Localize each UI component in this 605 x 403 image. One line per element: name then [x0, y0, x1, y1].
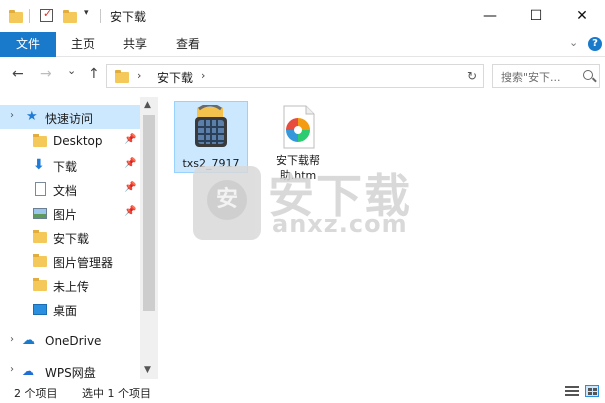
expand-chevron-icon[interactable]: › [10, 364, 14, 375]
search-box[interactable]: 搜索"安下... [492, 64, 600, 88]
tab-share[interactable]: 共享 [110, 32, 160, 57]
colorful-browser-icon [283, 105, 315, 149]
selected-count: 选中 1 个项目 [82, 387, 151, 400]
sidebar-item-desktop-cn[interactable]: 桌面 [0, 297, 140, 321]
tab-view[interactable]: 查看 [162, 32, 214, 57]
expand-chevron-icon[interactable]: › [10, 110, 14, 121]
sidebar-item-anxiazai[interactable]: 安下载 [0, 225, 140, 249]
pin-icon[interactable]: 📌 [124, 206, 136, 217]
address-path[interactable]: 安下载 [157, 69, 193, 86]
sidebar-item-label: 桌面 [53, 304, 78, 318]
minimize-button[interactable]: — [467, 0, 513, 32]
folder-icon [9, 10, 23, 23]
navigation-pane: › ★ 快速访问 Desktop 📌 ⬇ 下载 📌 文档 📌 图片 📌 安下载 … [0, 97, 158, 380]
sidebar-item-label: Desktop [53, 134, 103, 148]
status-bar: 2 个项目 选中 1 个项目 [0, 379, 605, 403]
expand-chevron-icon[interactable]: › [10, 334, 14, 345]
close-button[interactable]: ✕ [559, 0, 605, 32]
sidebar-item-not-uploaded[interactable]: 未上传 [0, 273, 140, 297]
scroll-down-icon[interactable]: ▼ [144, 365, 151, 375]
pictures-icon [33, 208, 47, 219]
address-bar[interactable]: › 安下载 › ↻ [106, 64, 484, 88]
recent-locations-chevron-icon[interactable]: ⌄ [67, 64, 76, 77]
divider [100, 9, 101, 23]
pin-icon[interactable]: 📌 [124, 182, 136, 193]
file-item-txs2[interactable]: txs2_7917 [174, 101, 248, 173]
sidebar-item-label: 文档 [53, 184, 78, 198]
sidebar-item-label: 下载 [53, 160, 78, 174]
help-icon[interactable]: ? [588, 37, 602, 51]
sidebar-item-downloads[interactable]: ⬇ 下载 📌 [0, 153, 140, 177]
navigation-bar: ← → ⌄ ↑ › 安下载 › ↻ 搜索"安下... [0, 58, 605, 94]
item-count: 2 个项目 [14, 387, 58, 400]
pin-icon[interactable]: 📌 [124, 158, 136, 169]
forward-arrow-icon[interactable]: → [40, 66, 52, 82]
back-arrow-icon[interactable]: ← [12, 66, 24, 82]
folder-icon [115, 70, 129, 83]
up-arrow-icon[interactable]: ↑ [88, 66, 100, 82]
large-icons-view-icon[interactable] [585, 385, 599, 397]
wps-cloud-icon: ☁ [22, 364, 34, 378]
sidebar-item-label: 图片 [53, 208, 78, 222]
document-icon [35, 182, 46, 196]
search-input[interactable]: 搜索"安下... [501, 69, 561, 85]
details-view-icon[interactable] [565, 385, 579, 397]
sidebar-item-label: 图片管理器 [53, 256, 114, 270]
window-title: 安下载 [110, 10, 147, 24]
archive-basket-icon [195, 105, 227, 147]
refresh-icon[interactable]: ↻ [461, 65, 483, 87]
sidebar-item-label: 安下载 [53, 232, 90, 246]
scrollbar-thumb[interactable] [143, 115, 155, 311]
title-bar: ✓ ▾ 安下载 — ☐ ✕ [0, 0, 605, 32]
new-folder-icon[interactable] [63, 10, 77, 23]
download-icon: ⬇ [33, 157, 45, 173]
star-icon: ★ [26, 109, 38, 124]
search-icon[interactable] [583, 70, 593, 80]
navigation-scrollbar[interactable]: ▲ ▼ [140, 97, 158, 379]
tab-file[interactable]: 文件 [0, 32, 56, 57]
scroll-up-icon[interactable]: ▲ [144, 100, 151, 110]
ribbon-collapse-icon[interactable]: ⌄ [569, 36, 578, 49]
onedrive-icon: ☁ [22, 333, 35, 348]
sidebar-item-label: OneDrive [45, 334, 102, 348]
tab-home[interactable]: 主页 [58, 32, 108, 57]
folder-icon [33, 230, 47, 243]
quick-access-dropdown-icon[interactable]: ▾ [84, 8, 100, 24]
desktop-icon [33, 304, 47, 315]
folder-icon [33, 254, 47, 267]
sidebar-item-pictures[interactable]: 图片 📌 [0, 201, 140, 225]
sidebar-item-desktop[interactable]: Desktop 📌 [0, 129, 140, 153]
maximize-button[interactable]: ☐ [513, 0, 559, 32]
sidebar-item-onedrive[interactable]: › ☁ OneDrive [0, 329, 140, 353]
watermark-domain: anxz.com [272, 210, 408, 238]
sidebar-item-quick-access[interactable]: › ★ 快速访问 [0, 105, 140, 129]
sidebar-item-picture-manager[interactable]: 图片管理器 [0, 249, 140, 273]
divider [29, 9, 30, 23]
folder-icon [33, 134, 47, 147]
pin-icon[interactable]: 📌 [124, 134, 136, 145]
sidebar-item-documents[interactable]: 文档 📌 [0, 177, 140, 201]
properties-checkmark-icon[interactable]: ✓ [40, 7, 53, 22]
chevron-right-icon: › [137, 69, 142, 82]
ribbon-tabs: 文件 主页 共享 查看 ⌄ ? [0, 32, 605, 57]
sidebar-item-label: 未上传 [53, 280, 90, 294]
sidebar-item-label: 快速访问 [45, 112, 94, 126]
folder-icon [33, 278, 47, 291]
watermark-logo [193, 166, 261, 240]
chevron-right-icon[interactable]: › [201, 69, 205, 82]
